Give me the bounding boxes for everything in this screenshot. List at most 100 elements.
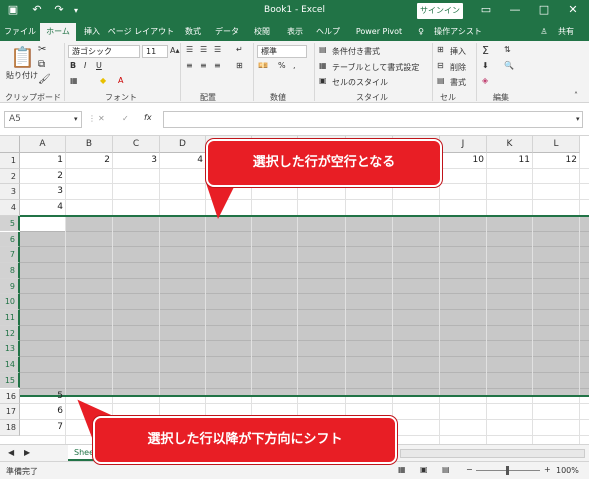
increase-font-icon[interactable]: A▴	[170, 46, 180, 55]
row-header-2[interactable]: 2	[0, 168, 20, 185]
zoom-slider-thumb[interactable]	[506, 466, 509, 475]
row-header-11[interactable]: 11	[0, 310, 20, 326]
italic-icon[interactable]: I	[84, 61, 86, 70]
copy-icon[interactable]: ⧉	[38, 59, 45, 70]
format-cells-button[interactable]: 書式	[450, 77, 466, 88]
column-header-a[interactable]: A	[20, 136, 66, 153]
currency-icon[interactable]: 💴	[258, 61, 268, 70]
row-header-1[interactable]: 1	[0, 153, 20, 169]
paste-icon[interactable]: 📋	[10, 45, 35, 69]
next-sheet-icon[interactable]: ▶	[24, 448, 30, 457]
cell-a1[interactable]: 1	[20, 153, 66, 168]
fill-color-icon[interactable]: ◆	[100, 76, 106, 85]
row-header-13[interactable]: 13	[0, 341, 20, 358]
format-as-table-button[interactable]: テーブルとして書式設定	[332, 62, 419, 73]
cell-a4[interactable]: 4	[20, 200, 66, 215]
row-header-15[interactable]: 15	[0, 372, 20, 389]
row-header-12[interactable]: 12	[0, 325, 20, 342]
merge-icon[interactable]: ⊞	[236, 61, 243, 70]
align-left-icon[interactable]: ≡	[186, 61, 193, 70]
row-header-14[interactable]: 14	[0, 357, 20, 373]
cell-a16[interactable]: 5	[20, 389, 66, 404]
row-header-3[interactable]: 3	[0, 184, 20, 201]
tab-data[interactable]: データ	[212, 23, 242, 41]
row-header-6[interactable]: 6	[0, 231, 20, 248]
row-header-16[interactable]: 16	[0, 388, 20, 405]
ribbon-display-icon[interactable]: ▭	[479, 3, 493, 16]
row-header-9[interactable]: 9	[0, 278, 20, 295]
tab-power-pivot[interactable]: Power Pivot	[352, 23, 406, 41]
tab-formulas[interactable]: 数式	[180, 23, 206, 41]
align-middle-icon[interactable]: ☰	[200, 45, 207, 54]
align-center-icon[interactable]: ≡	[200, 61, 207, 70]
row-header-5[interactable]: 5	[0, 215, 20, 232]
cell-c1[interactable]: 3	[113, 153, 160, 168]
enter-icon[interactable]: ✓	[122, 114, 129, 123]
cell-b1[interactable]: 2	[66, 153, 113, 168]
border-icon[interactable]: ▦	[70, 76, 78, 85]
collapse-ribbon-icon[interactable]: ˄	[574, 91, 578, 100]
wrap-text-icon[interactable]: ↵	[236, 45, 243, 54]
expand-formula-icon[interactable]: ▾	[576, 115, 580, 123]
font-color-icon[interactable]: A	[118, 76, 123, 85]
tab-review[interactable]: 校閲	[249, 23, 275, 41]
insert-cells-button[interactable]: 挿入	[450, 46, 466, 57]
delete-cells-button[interactable]: 削除	[450, 62, 466, 73]
fill-icon[interactable]: ⬇	[482, 61, 489, 70]
align-bottom-icon[interactable]: ☰	[214, 45, 221, 54]
cell-l1[interactable]: 12	[533, 153, 580, 168]
row-header-17[interactable]: 17	[0, 404, 20, 420]
row-header-4[interactable]: 4	[0, 200, 20, 216]
tab-help[interactable]: ヘルプ	[313, 23, 343, 41]
zoom-out-icon[interactable]: −	[466, 465, 473, 474]
row-header-8[interactable]: 8	[0, 262, 20, 279]
tab-home[interactable]: ホーム	[40, 23, 76, 41]
row-header-10[interactable]: 10	[0, 294, 20, 310]
font-name-select[interactable]: 游ゴシック	[68, 45, 140, 58]
row-header-7[interactable]: 7	[0, 247, 20, 263]
signin-button[interactable]: サインイン	[417, 3, 463, 19]
zoom-in-icon[interactable]: +	[544, 465, 551, 474]
align-right-icon[interactable]: ≡	[214, 61, 221, 70]
tab-page-layout[interactable]: ページ レイアウト	[107, 23, 175, 41]
column-header-b[interactable]: B	[66, 136, 113, 153]
prev-sheet-icon[interactable]: ◀	[8, 448, 14, 457]
underline-icon[interactable]: U	[96, 61, 102, 70]
tab-file[interactable]: ファイル	[4, 23, 36, 41]
column-header-l[interactable]: L	[533, 136, 580, 153]
cell-a3[interactable]: 3	[20, 184, 66, 199]
horizontal-scrollbar[interactable]	[400, 449, 585, 458]
name-box-dropdown-icon[interactable]: ▾	[74, 115, 78, 123]
cell-a18[interactable]: 7	[20, 420, 66, 435]
column-header-d[interactable]: D	[160, 136, 206, 153]
zoom-level[interactable]: 100%	[556, 466, 579, 475]
page-layout-view-icon[interactable]: ▣	[420, 465, 428, 474]
close-icon[interactable]: ✕	[566, 3, 580, 16]
tab-view[interactable]: 表示	[282, 23, 308, 41]
sort-filter-icon[interactable]: ⇅	[504, 45, 511, 54]
cell-a2[interactable]: 2	[20, 169, 66, 184]
cell-k1[interactable]: 11	[487, 153, 533, 168]
align-top-icon[interactable]: ☰	[186, 45, 193, 54]
cell-a17[interactable]: 6	[20, 404, 66, 419]
page-break-view-icon[interactable]: ▤	[442, 465, 450, 474]
share-button[interactable]: 共有	[552, 23, 580, 41]
insert-function-button[interactable]: fx	[144, 113, 152, 122]
maximize-icon[interactable]: □	[537, 3, 551, 16]
cell-styles-button[interactable]: セルのスタイル	[332, 77, 388, 88]
percent-icon[interactable]: %	[278, 61, 286, 70]
formula-input[interactable]	[163, 111, 583, 128]
bold-icon[interactable]: B	[70, 61, 76, 70]
column-header-c[interactable]: C	[113, 136, 160, 153]
format-painter-icon[interactable]: 🖌	[38, 74, 51, 85]
comma-icon[interactable]: ,	[293, 61, 296, 70]
minimize-icon[interactable]: —	[508, 3, 522, 16]
column-header-j[interactable]: J	[440, 136, 487, 153]
clear-icon[interactable]: ◈	[482, 76, 488, 85]
cut-icon[interactable]: ✂	[38, 44, 46, 55]
normal-view-icon[interactable]: ▦	[398, 465, 406, 474]
cell-j1[interactable]: 10	[440, 153, 487, 168]
autosum-icon[interactable]: Σ	[482, 44, 489, 57]
find-icon[interactable]: 🔍	[504, 61, 514, 70]
name-box[interactable]: A5	[4, 111, 82, 128]
